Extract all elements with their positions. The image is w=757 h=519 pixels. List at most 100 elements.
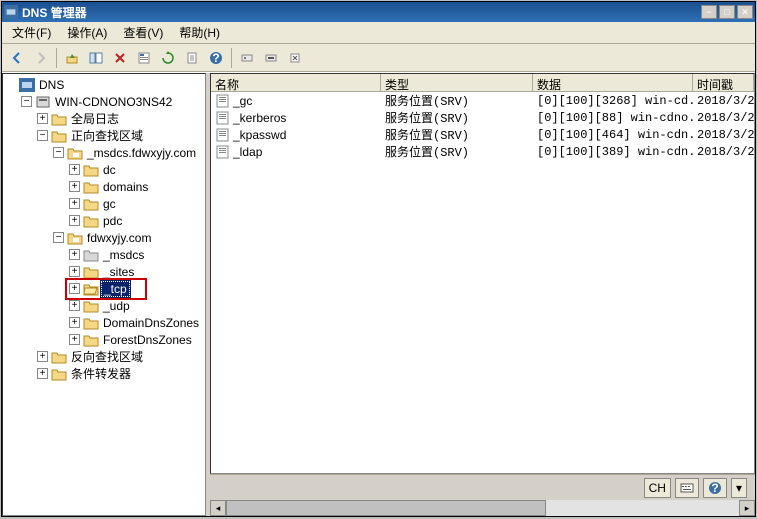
zone-icon (67, 146, 83, 160)
tree-pane[interactable]: DNS − WIN-CDNONO3NS42 (2, 73, 206, 516)
collapse-icon[interactable]: − (53, 232, 64, 243)
column-data[interactable]: 数据 (533, 74, 693, 91)
tree-global-logs[interactable]: + 全局日志 (37, 110, 205, 127)
expand-icon[interactable]: + (69, 181, 80, 192)
record-icon (215, 94, 231, 108)
scroll-right-arrow[interactable]: ▸ (739, 500, 755, 516)
folder-icon (83, 299, 99, 313)
expand-icon[interactable]: + (69, 317, 80, 328)
expand-icon[interactable]: + (69, 300, 80, 311)
tree-reverse-zones[interactable]: + 反向查找区域 (37, 348, 205, 365)
maximize-button[interactable]: □ (719, 5, 735, 19)
dns-root-icon (19, 78, 35, 92)
toolbar-separator (56, 48, 57, 68)
cell-data: [0][100][389] win-cdn... (533, 145, 693, 159)
collapse-icon[interactable]: − (21, 96, 32, 107)
tree-folder-sites[interactable]: +_sites (69, 263, 205, 280)
titlebar[interactable]: DNS 管理器 − □ ✕ (2, 2, 755, 22)
dns-icon (4, 5, 18, 19)
ime-ch-button[interactable]: CH (644, 478, 671, 498)
tree-folder-domains[interactable]: +domains (69, 178, 205, 195)
expand-icon[interactable]: + (37, 351, 48, 362)
tree-folder-udp[interactable]: +_udp (69, 297, 205, 314)
tree-folder-dc[interactable]: +dc (69, 161, 205, 178)
expand-icon[interactable]: + (69, 198, 80, 209)
expand-icon[interactable]: + (69, 283, 80, 294)
tool-extra-1[interactable] (236, 47, 258, 69)
properties-button[interactable] (133, 47, 155, 69)
menu-view[interactable]: 查看(V) (117, 22, 169, 43)
table-row[interactable]: _kpasswd服务位置(SRV)[0][100][464] win-cdn..… (211, 126, 754, 143)
tree-folder-domaindnszones[interactable]: +DomainDnsZones (69, 314, 205, 331)
up-button[interactable] (61, 47, 83, 69)
window-title: DNS 管理器 (22, 4, 701, 21)
ime-options-button[interactable]: ▾ (731, 478, 747, 498)
delete-button[interactable] (109, 47, 131, 69)
tree-folder-tcp[interactable]: +_tcp (69, 280, 205, 297)
help-button[interactable]: ? (205, 47, 227, 69)
expand-icon[interactable]: + (37, 113, 48, 124)
cell-type: 服务位置(SRV) (381, 143, 533, 160)
expand-icon[interactable]: + (69, 266, 80, 277)
cell-data: [0][100][3268] win-cd... (533, 94, 693, 108)
export-button[interactable] (181, 47, 203, 69)
help-icon: ? (708, 481, 722, 495)
tree-forward-zones[interactable]: − 正向查找区域 (37, 127, 205, 144)
toolbar: ? (2, 44, 755, 72)
refresh-button[interactable] (157, 47, 179, 69)
tree-folder-msdcs2[interactable]: +_msdcs (69, 246, 205, 263)
folder-icon (83, 316, 99, 330)
column-type[interactable]: 类型 (381, 74, 533, 91)
expand-icon[interactable]: + (69, 215, 80, 226)
folder-icon (83, 180, 99, 194)
tree-zone-msdcs[interactable]: − _msdcs.fdwxyjy.com (53, 144, 205, 161)
zone-icon (67, 231, 83, 245)
svg-text:?: ? (711, 481, 718, 495)
tree-zone-fdwxyjy[interactable]: − fdwxyjy.com (53, 229, 205, 246)
table-row[interactable]: _kerberos服务位置(SRV)[0][100][88] win-cdno.… (211, 109, 754, 126)
collapse-icon[interactable]: − (53, 147, 64, 158)
list-pane[interactable]: 名称 类型 数据 时间戳 _gc服务位置(SRV)[0][100][3268] … (210, 73, 755, 474)
scroll-left-arrow[interactable]: ◂ (210, 500, 226, 516)
cell-time: 2018/3/2 1 (693, 145, 754, 159)
ime-help-button[interactable]: ? (703, 478, 727, 498)
expand-icon[interactable]: + (37, 368, 48, 379)
column-timestamp[interactable]: 时间戳 (693, 74, 754, 91)
tree-folder-forestdnszones[interactable]: +ForestDnsZones (69, 331, 205, 348)
tree-folder-pdc[interactable]: +pdc (69, 212, 205, 229)
tool-extra-2[interactable] (260, 47, 282, 69)
tree-root-dns[interactable]: DNS (5, 76, 205, 93)
collapse-icon[interactable]: − (37, 130, 48, 141)
cell-data: [0][100][464] win-cdn... (533, 128, 693, 142)
show-hide-tree-button[interactable] (85, 47, 107, 69)
expand-icon[interactable]: + (69, 334, 80, 345)
minimize-button[interactable]: − (701, 5, 717, 19)
ime-keyboard-button[interactable] (675, 478, 699, 498)
expand-icon[interactable]: + (69, 249, 80, 260)
status-bar: CH ? ▾ (210, 474, 755, 500)
server-icon (35, 95, 51, 109)
menu-help[interactable]: 帮助(H) (173, 22, 226, 43)
column-name[interactable]: 名称 (211, 74, 381, 91)
back-button[interactable] (6, 47, 28, 69)
tree-folder-gc[interactable]: +gc (69, 195, 205, 212)
folder-gray-icon (83, 248, 99, 262)
close-button[interactable]: ✕ (737, 5, 753, 19)
table-row[interactable]: _ldap服务位置(SRV)[0][100][389] win-cdn...20… (211, 143, 754, 160)
folder-icon (83, 214, 99, 228)
tree-conditional-forwarders[interactable]: + 条件转发器 (37, 365, 205, 382)
tree-server[interactable]: − WIN-CDNONO3NS42 (21, 93, 205, 110)
horizontal-scrollbar[interactable]: ◂ ▸ (210, 500, 755, 516)
menu-file[interactable]: 文件(F) (6, 22, 57, 43)
folder-open-icon (83, 282, 99, 296)
expand-icon[interactable]: + (69, 164, 80, 175)
record-icon (215, 111, 231, 125)
scroll-thumb[interactable] (226, 500, 546, 516)
folder-icon (83, 197, 99, 211)
forward-button[interactable] (30, 47, 52, 69)
dns-manager-window: DNS 管理器 − □ ✕ 文件(F) 操作(A) 查看(V) 帮助(H) ? (1, 1, 756, 517)
tool-extra-3[interactable] (284, 47, 306, 69)
cell-type: 服务位置(SRV) (381, 92, 533, 109)
menu-action[interactable]: 操作(A) (61, 22, 113, 43)
table-row[interactable]: _gc服务位置(SRV)[0][100][3268] win-cd...2018… (211, 92, 754, 109)
